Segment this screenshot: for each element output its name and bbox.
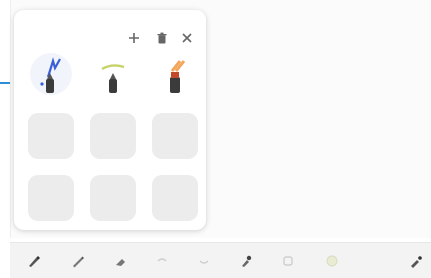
favorite-pen-grid — [28, 51, 202, 221]
color-palette-tool[interactable] — [322, 251, 342, 271]
trash-icon — [157, 32, 167, 44]
fountain-pen-tool[interactable] — [24, 251, 44, 271]
empty-pen-slot[interactable] — [152, 175, 198, 221]
pencil-tool[interactable] — [68, 251, 88, 271]
redo-tool[interactable] — [194, 251, 214, 271]
shape-tool[interactable] — [278, 251, 298, 271]
favorite-pen-slot-highlighter[interactable] — [152, 51, 198, 97]
shape-icon — [283, 256, 293, 266]
plus-icon — [129, 33, 139, 43]
delete-pen-button[interactable] — [155, 31, 169, 45]
empty-pen-slot[interactable] — [28, 175, 74, 221]
brush-icon — [242, 255, 252, 267]
close-panel-button[interactable] — [180, 31, 194, 45]
undo-tool[interactable] — [152, 251, 172, 271]
brush-tool[interactable] — [236, 251, 256, 271]
fountain-pen-icon — [29, 256, 40, 267]
favorite-pen-slot-fountain[interactable] — [28, 51, 74, 97]
color-palette-icon — [326, 255, 338, 267]
empty-pen-slot[interactable] — [90, 113, 136, 159]
close-icon — [182, 33, 192, 43]
pen-settings-tool[interactable] — [406, 251, 426, 271]
eraser-tool[interactable] — [110, 251, 130, 271]
empty-pen-slot[interactable] — [28, 113, 74, 159]
empty-pen-slot[interactable] — [90, 175, 136, 221]
favorite-pens-panel — [14, 10, 206, 230]
marker-icon — [101, 64, 125, 93]
add-pen-button[interactable] — [127, 31, 141, 45]
pen-toolbar — [10, 242, 431, 278]
favorite-pen-slot-marker[interactable] — [90, 51, 136, 97]
highlighter-icon — [170, 60, 186, 93]
undo-icon — [157, 258, 167, 262]
fountain-pen-icon — [30, 53, 72, 95]
pencil-icon — [73, 256, 84, 268]
redo-icon — [199, 260, 209, 264]
eraser-icon — [116, 259, 125, 266]
settings-pen-icon — [411, 256, 422, 268]
empty-pen-slot[interactable] — [152, 113, 198, 159]
